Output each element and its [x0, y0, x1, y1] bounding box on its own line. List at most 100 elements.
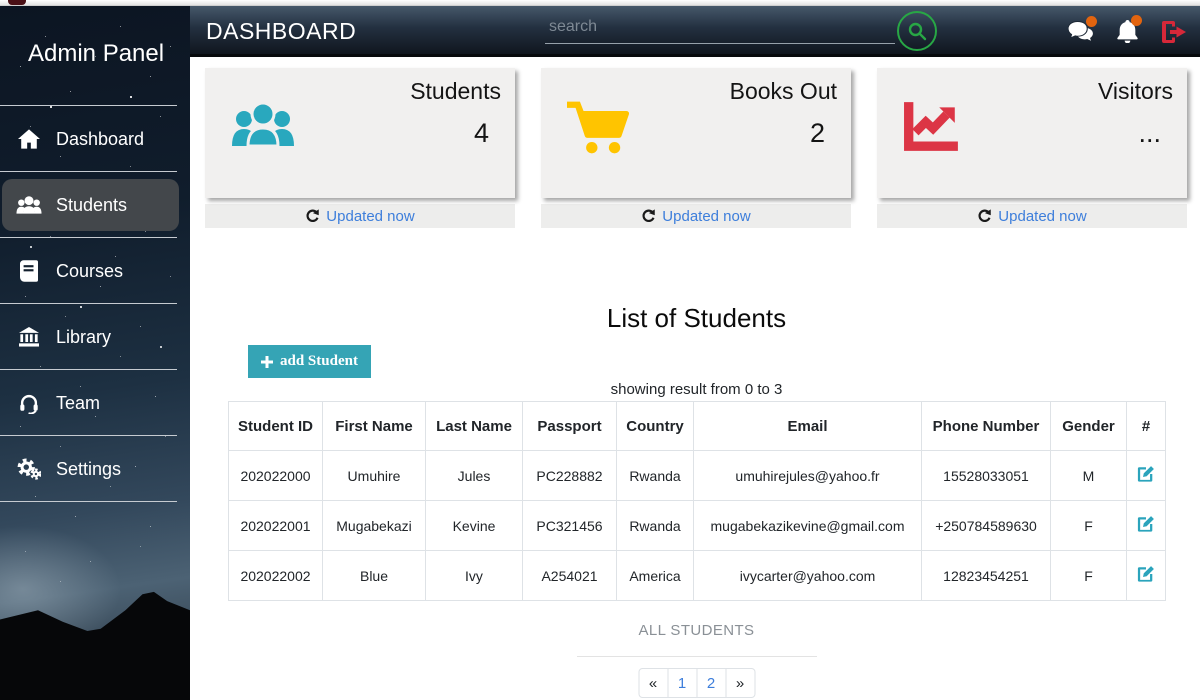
card-updated-label: Updated now — [326, 208, 414, 225]
cell-passport: PC321456 — [523, 501, 617, 551]
plus-icon — [261, 356, 273, 368]
notifications-button[interactable] — [1117, 20, 1138, 43]
cell-gender: M — [1051, 451, 1127, 501]
sign-out-icon — [1162, 21, 1186, 43]
table-row: 202022002 Blue Ivy A254021 America ivyca… — [229, 551, 1166, 601]
refresh-icon — [641, 209, 656, 224]
refresh-icon — [977, 209, 992, 224]
sidebar-item-label: Dashboard — [56, 129, 144, 150]
col-actions: # — [1127, 402, 1166, 451]
col-gender: Gender — [1051, 402, 1127, 451]
card-updated-link[interactable]: Updated now — [205, 204, 515, 228]
col-country: Country — [617, 402, 694, 451]
cell-email: umuhirejules@yahoo.fr — [694, 451, 922, 501]
home-icon — [16, 129, 42, 149]
cell-actions — [1127, 451, 1166, 501]
sidebar: Admin Panel Dashboard Students Co — [0, 6, 190, 700]
sidebar-item-team[interactable]: Team — [0, 370, 190, 436]
gears-icon — [16, 458, 42, 480]
search-input[interactable] — [545, 16, 895, 44]
edit-student-button[interactable] — [1137, 465, 1155, 483]
edit-student-button[interactable] — [1137, 515, 1155, 533]
cell-country: America — [617, 551, 694, 601]
page-title: DASHBOARD — [206, 18, 356, 45]
cell-phone: 12823454251 — [922, 551, 1051, 601]
cell-email: mugabekazikevine@gmail.com — [694, 501, 922, 551]
window-corner-decoration — [8, 0, 26, 5]
cell-first-name: Blue — [323, 551, 426, 601]
pagination-page-2[interactable]: 2 — [696, 668, 726, 698]
card-title: Students — [410, 78, 501, 105]
card-title: Visitors — [1098, 78, 1173, 105]
showing-result-text: showing result from 0 to 3 — [228, 381, 1165, 398]
pagination-page-1[interactable]: 1 — [667, 668, 697, 698]
col-email: Email — [694, 402, 922, 451]
mountain-silhouette — [0, 585, 190, 700]
cell-country: Rwanda — [617, 501, 694, 551]
refresh-icon — [305, 209, 320, 224]
pagination-prev[interactable]: « — [638, 668, 668, 698]
cell-last-name: Jules — [426, 451, 523, 501]
sidebar-item-library[interactable]: Library — [0, 304, 190, 370]
sidebar-item-settings[interactable]: Settings — [0, 436, 190, 502]
sidebar-item-students[interactable]: Students — [0, 172, 190, 238]
stat-card-visitors: Visitors ... Updated now — [877, 68, 1187, 228]
stat-card: Students 4 — [205, 68, 515, 198]
cell-student-id: 202022000 — [229, 451, 323, 501]
sidebar-item-dashboard[interactable]: Dashboard — [0, 106, 190, 172]
cell-student-id: 202022002 — [229, 551, 323, 601]
cell-phone: +250784589630 — [922, 501, 1051, 551]
cell-actions — [1127, 551, 1166, 601]
pagination-next[interactable]: » — [725, 668, 755, 698]
messages-button[interactable] — [1068, 21, 1093, 42]
edit-icon — [1137, 565, 1155, 583]
window-top-strip — [0, 0, 1200, 6]
add-student-label: add Student — [280, 353, 358, 370]
add-student-button[interactable]: add Student — [248, 345, 371, 378]
logout-button[interactable] — [1162, 21, 1186, 43]
cell-actions — [1127, 501, 1166, 551]
cell-gender: F — [1051, 551, 1127, 601]
cell-first-name: Umuhire — [323, 451, 426, 501]
sidebar-item-label: Settings — [56, 459, 121, 480]
users-icon — [16, 195, 42, 216]
chart-line-icon — [903, 100, 961, 157]
table-header-row: Student ID First Name Last Name Passport… — [229, 402, 1166, 451]
main-content: Students 4 Updated now — [190, 57, 1200, 700]
book-icon — [16, 260, 42, 282]
card-updated-label: Updated now — [998, 208, 1086, 225]
cell-passport: A254021 — [523, 551, 617, 601]
card-updated-link[interactable]: Updated now — [541, 204, 851, 228]
cell-first-name: Mugabekazi — [323, 501, 426, 551]
search-button[interactable] — [897, 11, 937, 51]
sidebar-item-courses[interactable]: Courses — [0, 238, 190, 304]
cell-country: Rwanda — [617, 451, 694, 501]
col-last-name: Last Name — [426, 402, 523, 451]
university-icon — [16, 327, 42, 347]
cell-last-name: Ivy — [426, 551, 523, 601]
sidebar-item-label: Courses — [56, 261, 123, 282]
stat-card-students: Students 4 Updated now — [205, 68, 515, 228]
cell-passport: PC228882 — [523, 451, 617, 501]
students-table: Student ID First Name Last Name Passport… — [228, 401, 1166, 601]
users-icon — [231, 100, 295, 157]
cell-gender: F — [1051, 501, 1127, 551]
top-header: DASHBOARD — [190, 6, 1200, 57]
col-student-id: Student ID — [229, 402, 323, 451]
card-updated-label: Updated now — [662, 208, 750, 225]
card-value: ... — [1138, 118, 1161, 149]
app-title: Admin Panel — [0, 6, 190, 106]
search-icon — [907, 21, 927, 41]
card-title: Books Out — [730, 78, 837, 105]
stat-card-books-out: Books Out 2 Updated now — [541, 68, 851, 228]
table-row: 202022001 Mugabekazi Kevine PC321456 Rwa… — [229, 501, 1166, 551]
section-heading: List of Students — [228, 303, 1165, 334]
card-updated-link[interactable]: Updated now — [877, 204, 1187, 228]
cell-email: ivycarter@yahoo.com — [694, 551, 922, 601]
edit-student-button[interactable] — [1137, 565, 1155, 583]
col-phone: Phone Number — [922, 402, 1051, 451]
card-value: 2 — [810, 118, 825, 149]
pagination: « 1 2 » — [638, 668, 755, 698]
col-passport: Passport — [523, 402, 617, 451]
sidebar-item-label: Team — [56, 393, 100, 414]
